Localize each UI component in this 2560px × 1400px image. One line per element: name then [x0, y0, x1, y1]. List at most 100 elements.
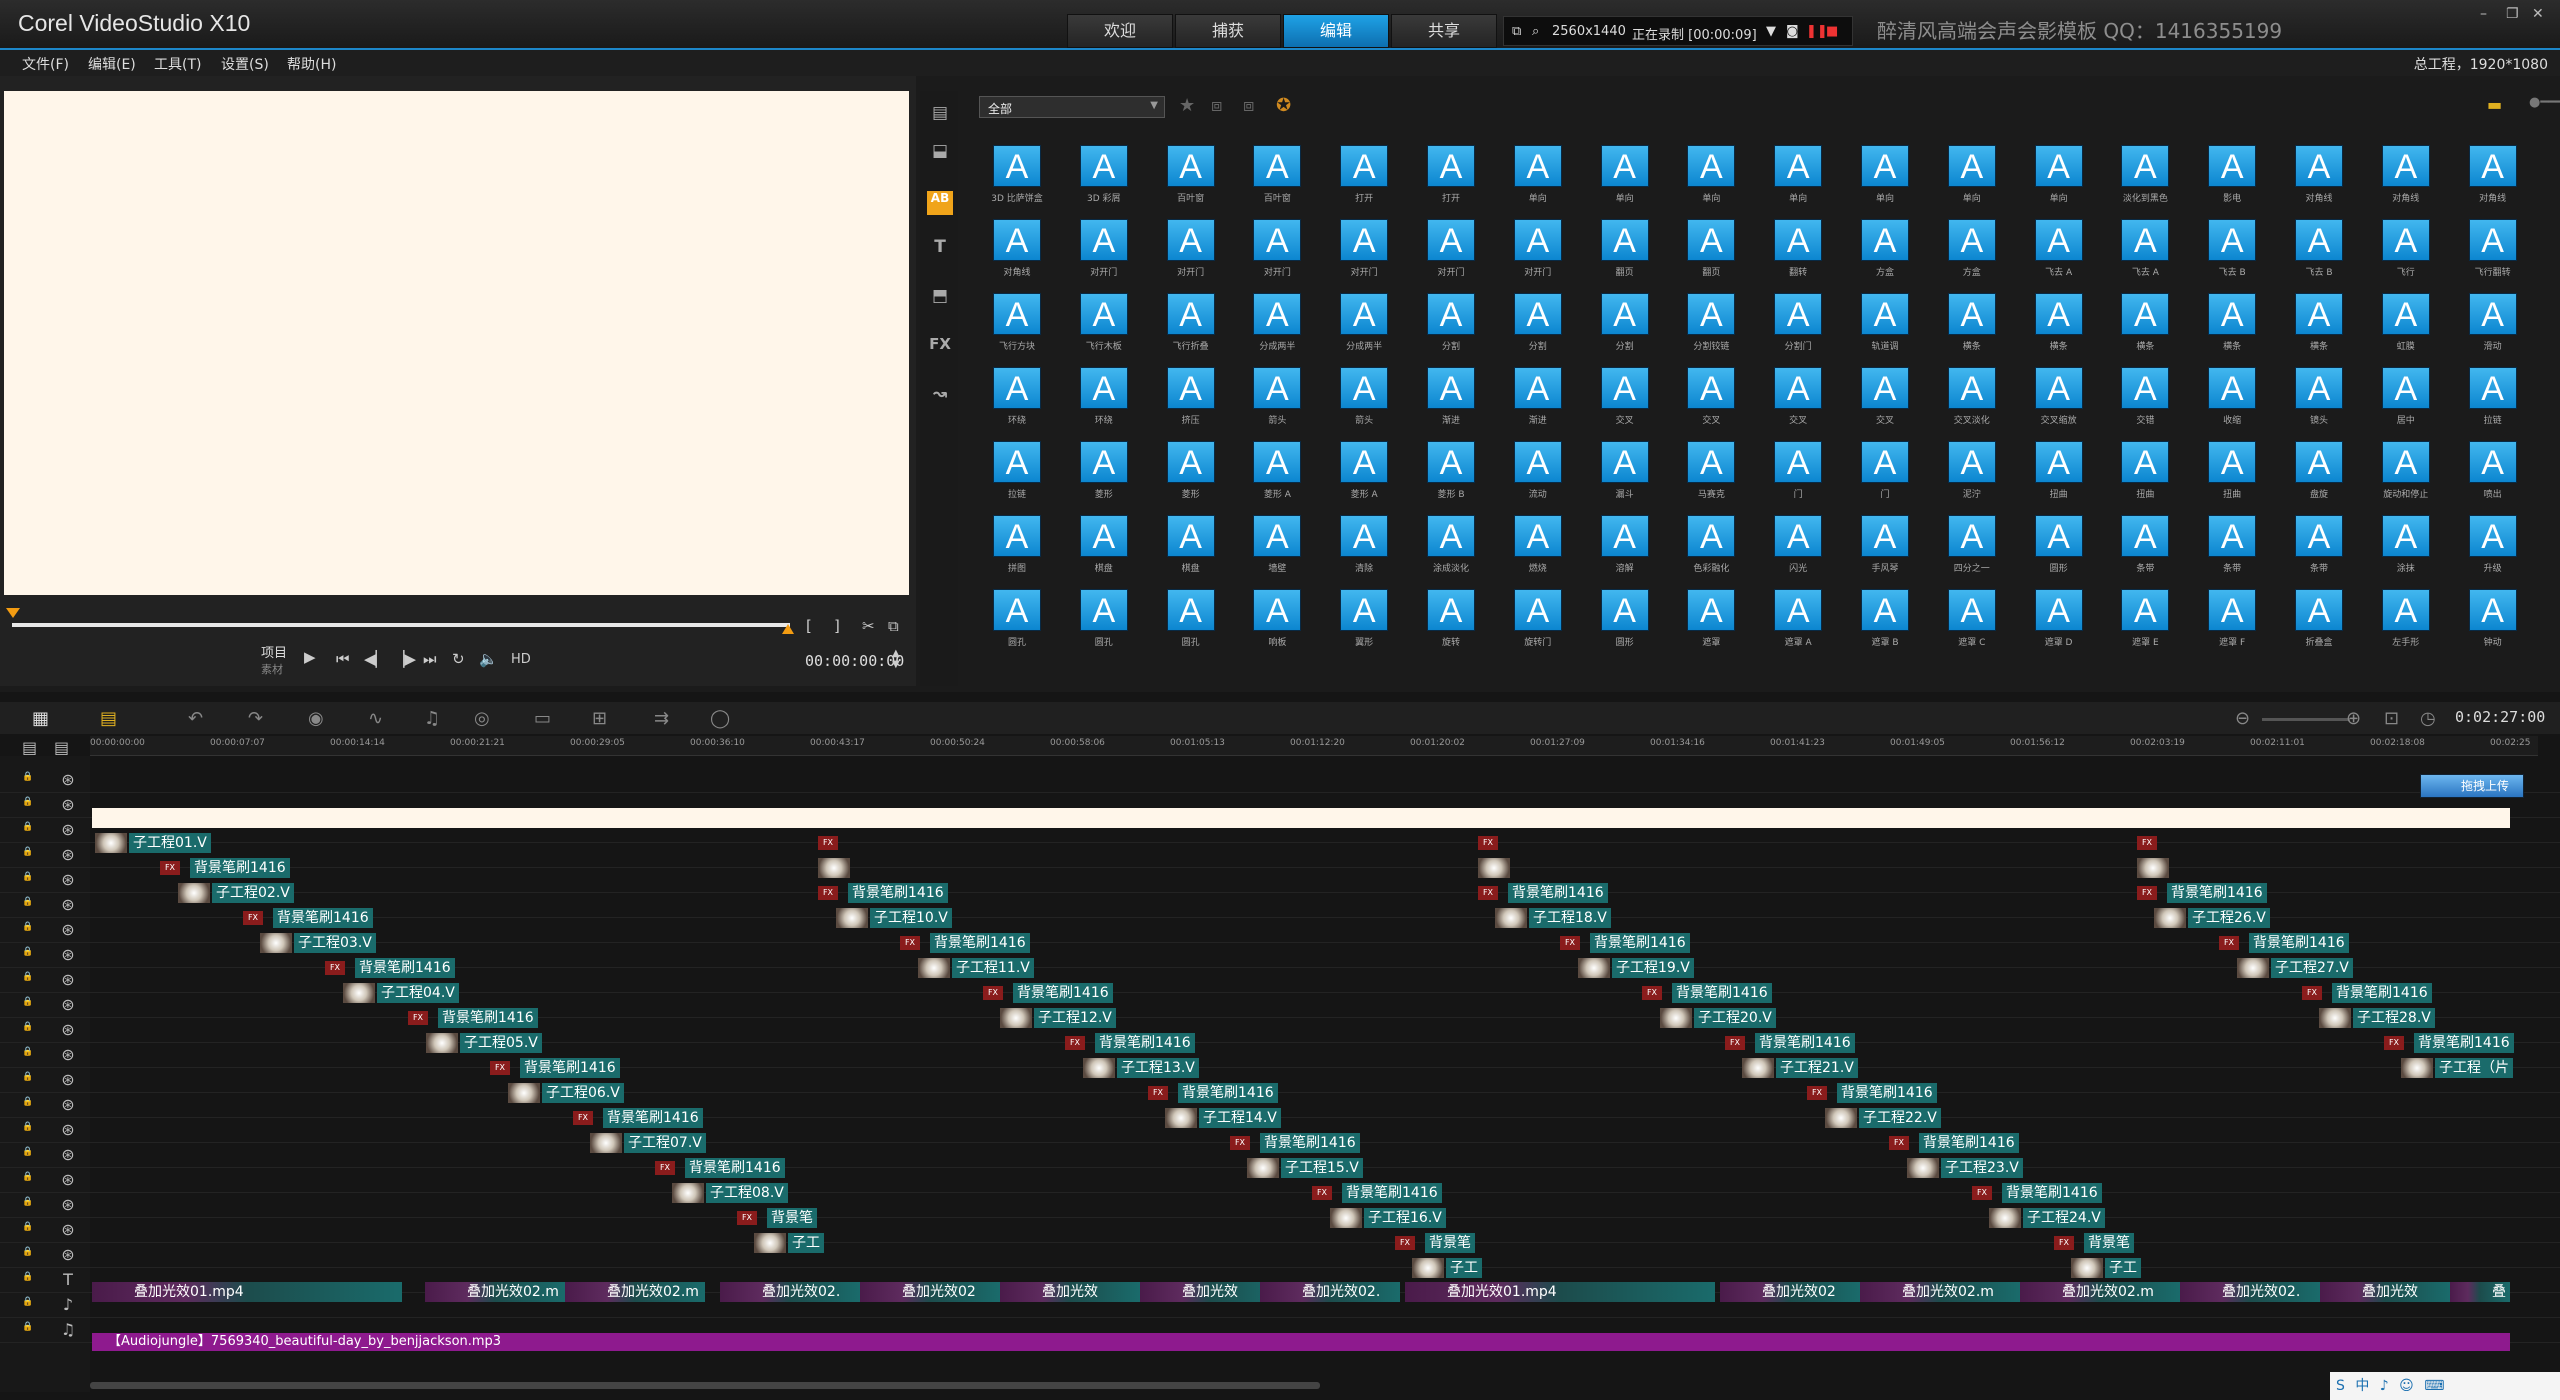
transition-thumbnail[interactable]: A 横条 — [2186, 287, 2272, 361]
transition-thumbnail[interactable]: A 流动 — [1492, 435, 1578, 509]
timecode-display[interactable]: 00:00:00:00 — [805, 652, 904, 670]
transition-thumbnail[interactable]: A 箭头 — [1231, 361, 1317, 435]
overlay-clip[interactable]: 叠加光效02. — [1260, 1282, 1400, 1302]
trim-end-marker[interactable] — [782, 624, 794, 634]
transition-thumbnail[interactable]: A 圆孔 — [1145, 583, 1231, 657]
transition-thumbnail[interactable]: A 对开门 — [1231, 213, 1317, 287]
transition-thumbnail[interactable]: A门 — [1839, 435, 1925, 509]
transition-thumbnail[interactable]: A 单向 — [1579, 139, 1665, 213]
title-clip[interactable] — [92, 808, 2510, 828]
transition-thumbnail[interactable]: A 翻转 — [1752, 213, 1838, 287]
close-icon[interactable]: ✕ — [2532, 6, 2544, 22]
transition-thumbnail[interactable]: A 挤压 — [1145, 361, 1231, 435]
transition-thumbnail[interactable]: A 菱形 — [1145, 435, 1231, 509]
transition-thumbnail[interactable]: A 四分之一 — [1926, 509, 2012, 583]
zoom-out-icon[interactable]: ⊖ — [2235, 708, 2250, 729]
pause-icon[interactable]: ❚❚ — [1806, 24, 1828, 39]
transition-thumbnail[interactable]: A 交叉淡化 — [1926, 361, 2012, 435]
transition-thumbnail[interactable]: A 条带 — [2186, 509, 2272, 583]
undo-icon[interactable]: ↶ — [188, 708, 203, 729]
mark-in-icon[interactable]: [ — [806, 617, 812, 635]
storyboard-view-icon[interactable]: ▦ — [32, 708, 49, 729]
overlay-clip[interactable]: 叠加光效02.m — [565, 1282, 705, 1302]
timeline-scrollbar[interactable] — [90, 1382, 1320, 1389]
transition-thumbnail[interactable]: A 菱形 A — [1231, 435, 1317, 509]
transition-thumbnail[interactable]: A门 — [1752, 435, 1838, 509]
scrubber-handle[interactable] — [6, 608, 20, 618]
chapter-point-icon[interactable]: ▤ — [54, 738, 69, 757]
audio-clip[interactable]: 【Audiojungle】7569340_beautiful-day_by_be… — [92, 1333, 2510, 1351]
transition-thumbnail[interactable]: A 分割 — [1405, 287, 1491, 361]
transition-thumbnail[interactable]: A 渐进 — [1492, 361, 1578, 435]
time-ruler[interactable]: 00:00:00:00 00:00:07:07 00:00:14:14 00:00:2… — [90, 736, 2538, 756]
transition-thumbnail[interactable]: A 盘旋 — [2273, 435, 2359, 509]
transition-thumbnail[interactable]: A 遮罩 — [1665, 583, 1751, 657]
transition-thumbnail[interactable]: A 对角线 — [2273, 139, 2359, 213]
apply-current-icon[interactable]: ⧈ — [1243, 95, 1254, 116]
transition-thumbnail[interactable]: A 拼图 — [971, 509, 1057, 583]
transition-thumbnail[interactable]: A 分成两半 — [1231, 287, 1317, 361]
transition-thumbnail[interactable]: A 手风琴 — [1839, 509, 1925, 583]
media-icon[interactable]: ▤ — [927, 103, 953, 127]
transition-thumbnail[interactable]: A 单向 — [1839, 139, 1925, 213]
stop-icon[interactable]: ■ — [1826, 24, 1838, 39]
transition-thumbnail[interactable]: A 交叉 — [1579, 361, 1665, 435]
play-icon[interactable]: ▶ — [304, 648, 316, 666]
transition-thumbnail[interactable]: A 泥泞 — [1926, 435, 2012, 509]
transition-thumbnail[interactable]: A 对开门 — [1405, 213, 1491, 287]
overlay-clip[interactable]: 叠加光效02.m — [2020, 1282, 2180, 1302]
apply-random-icon[interactable]: ⧈ — [1211, 95, 1222, 116]
transition-thumbnail[interactable]: A 遮罩 F — [2186, 583, 2272, 657]
transition-thumbnail[interactable]: A 遮罩 B — [1839, 583, 1925, 657]
split-icon[interactable]: ✂ — [862, 617, 875, 635]
transition-thumbnail[interactable]: A 圆形 — [2013, 509, 2099, 583]
transition-icon[interactable]: AB — [927, 191, 953, 215]
transition-thumbnail[interactable]: A 飞行折叠 — [1145, 287, 1231, 361]
transition-thumbnail[interactable]: A 百叶窗 — [1145, 139, 1231, 213]
transition-thumbnail[interactable]: A 3D 彩屑 — [1058, 139, 1144, 213]
transition-thumbnail[interactable]: A 横条 — [1926, 287, 2012, 361]
transition-thumbnail[interactable]: A 圆孔 — [971, 583, 1057, 657]
path-icon[interactable]: ↝ — [927, 384, 953, 408]
transition-thumbnail[interactable]: A 单向 — [2013, 139, 2099, 213]
transition-thumbnail[interactable]: A 对角线 — [2360, 139, 2446, 213]
menu-tools[interactable]: 工具(T) — [154, 54, 201, 74]
mode-clip[interactable]: 素材 — [261, 661, 283, 677]
title-icon[interactable]: T — [927, 237, 953, 261]
transition-thumbnail[interactable]: A 菱形 A — [1318, 435, 1404, 509]
get-more-icon[interactable]: ✪ — [1276, 95, 1291, 116]
transition-thumbnail[interactable]: A 箭头 — [1318, 361, 1404, 435]
transition-thumbnail[interactable]: A 菱形 — [1058, 435, 1144, 509]
category-dropdown[interactable]: 全部 ▼ — [979, 96, 1165, 118]
transition-thumbnail[interactable]: A 飞行翻转 — [2447, 213, 2533, 287]
transition-thumbnail[interactable]: A 百叶窗 — [1231, 139, 1317, 213]
end-icon[interactable]: ⏭ — [423, 650, 437, 668]
transition-thumbnail[interactable]: A 马赛克 — [1665, 435, 1751, 509]
mask-creator-icon[interactable]: ◯ — [710, 708, 730, 729]
transition-thumbnail[interactable]: A 漏斗 — [1579, 435, 1665, 509]
overlay-clip[interactable]: 叠加光效01.mp4 — [1405, 1282, 1715, 1302]
transition-thumbnail[interactable]: A 拉链 — [2447, 361, 2533, 435]
transition-thumbnail[interactable]: A 单向 — [1752, 139, 1838, 213]
transition-thumbnail[interactable]: A 燃烧 — [1492, 509, 1578, 583]
overlay-clip[interactable]: 叠 — [2450, 1282, 2510, 1302]
transition-thumbnail[interactable]: A 飞行方块 — [971, 287, 1057, 361]
transition-thumbnail[interactable]: A 喷出 — [2447, 435, 2533, 509]
timeline-view-icon[interactable]: ▤ — [100, 708, 117, 729]
transition-thumbnail[interactable]: A 淡化到黑色 — [2099, 139, 2185, 213]
transition-thumbnail[interactable]: A 对开门 — [1058, 213, 1144, 287]
project-duration[interactable]: 0:02:27:00 — [2455, 708, 2545, 726]
transition-thumbnail[interactable]: A 交叉 — [1839, 361, 1925, 435]
subtitle-editor-icon[interactable]: ▭ — [534, 708, 551, 729]
mark-out-icon[interactable]: ] — [834, 617, 840, 635]
transition-thumbnail[interactable]: A 遮罩 E — [2099, 583, 2185, 657]
favorite-icon[interactable]: ★ — [1179, 95, 1195, 116]
transition-thumbnail[interactable]: A 镜头 — [2273, 361, 2359, 435]
scrub-bar[interactable] — [12, 623, 790, 627]
transition-thumbnail[interactable]: A 飞去 A — [2013, 213, 2099, 287]
overlay-clip[interactable]: 叠加光效02 — [860, 1282, 1000, 1302]
auto-music-icon[interactable]: ♫ — [424, 708, 440, 729]
timecode-stepper-icon[interactable]: ▲ ▼ — [892, 648, 900, 670]
transition-thumbnail[interactable]: A 交叉 — [1665, 361, 1751, 435]
transition-thumbnail[interactable]: A 打开 — [1405, 139, 1491, 213]
